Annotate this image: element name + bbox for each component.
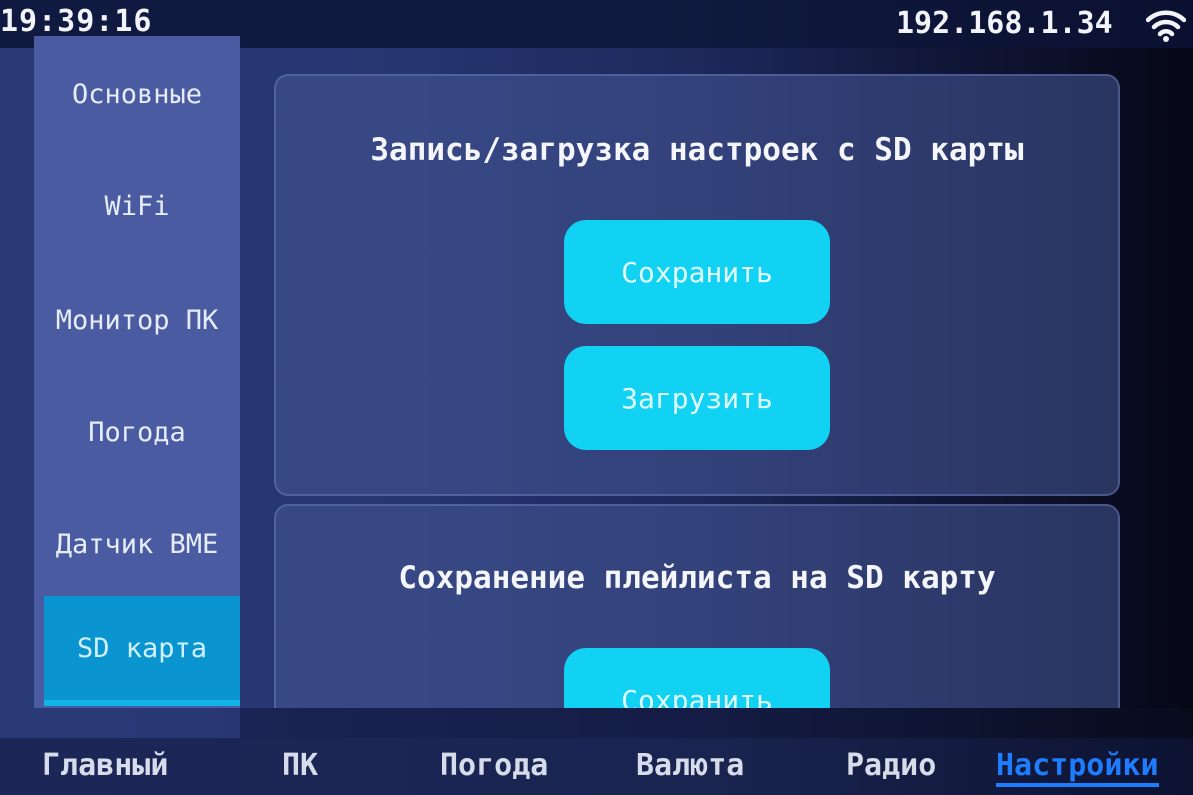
settings-sd-card-panel: Запись/загрузка настроек с SD карты Сохр… [274, 74, 1120, 496]
sidebar-item-wifi[interactable]: WiFi [34, 150, 240, 262]
settings-panel-title: Запись/загрузка настроек с SD карты [370, 132, 1024, 168]
playlist-panel-title: Сохранение плейлиста на SD карту [398, 560, 996, 596]
tab-pc[interactable]: ПК [282, 748, 318, 783]
wifi-icon [1146, 10, 1186, 42]
tab-bar: Главный ПК Погода Валюта Радио Настройки [0, 738, 1193, 795]
tab-radio[interactable]: Радио [846, 748, 936, 783]
sidebar-item-sd-card[interactable]: SD карта [44, 596, 240, 706]
tab-main[interactable]: Главный [42, 748, 168, 783]
device-screen: 19:39:16 192.168.1.34 Основные WiFi Мони… [0, 0, 1193, 795]
tab-weather[interactable]: Погода [440, 748, 548, 783]
content-edge [240, 708, 1193, 738]
sidebar-item-pc-monitor[interactable]: Монитор ПК [34, 264, 240, 376]
sidebar-item-bme-sensor[interactable]: Датчик BME [34, 488, 240, 600]
tab-currency[interactable]: Валюта [636, 748, 744, 783]
settings-sidebar: Основные WiFi Монитор ПК Погода Датчик B… [34, 36, 240, 708]
load-settings-button[interactable]: Загрузить [564, 346, 830, 450]
save-settings-button[interactable]: Сохранить [564, 220, 830, 324]
ip-address: 192.168.1.34 [896, 6, 1113, 41]
sidebar-item-basic[interactable]: Основные [34, 38, 240, 150]
sidebar-item-weather[interactable]: Погода [34, 376, 240, 488]
clock: 19:39:16 [0, 4, 153, 39]
tab-settings[interactable]: Настройки [996, 748, 1159, 787]
